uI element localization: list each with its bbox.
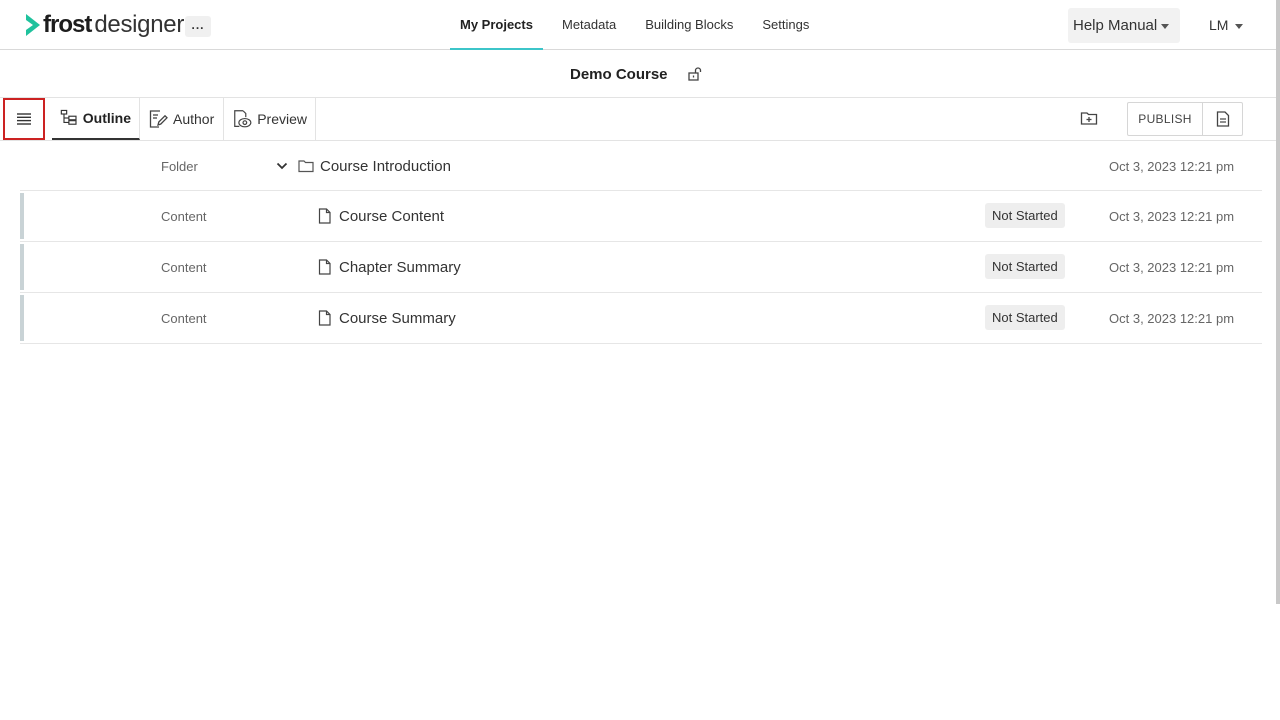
file-icon (318, 208, 331, 224)
row-type: Content (161, 260, 207, 275)
tab-outline[interactable]: Outline (52, 98, 140, 140)
user-menu-dropdown[interactable]: LM (1209, 8, 1244, 43)
status-badge: Not Started (985, 203, 1065, 228)
help-manual-label: Help Manual (1073, 17, 1158, 34)
nav-settings[interactable]: Settings (752, 0, 819, 50)
chevron-down-icon[interactable] (276, 160, 288, 172)
hamburger-icon (17, 113, 31, 125)
row-name[interactable]: Course Summary (339, 310, 456, 327)
help-manual-dropdown[interactable]: Help Manual (1068, 8, 1180, 43)
row-type: Content (161, 311, 207, 326)
more-options-button[interactable]: ... (185, 16, 211, 37)
tab-preview-label: Preview (257, 111, 307, 127)
outline-tree-icon (60, 109, 77, 125)
page-scrollbar[interactable] (1276, 0, 1280, 604)
preview-eye-icon (234, 110, 252, 128)
outline-row-content[interactable]: Content Course Content Not Started Oct 3… (20, 191, 1262, 242)
status-badge: Not Started (985, 254, 1065, 279)
caret-down-icon (1235, 23, 1244, 29)
folder-plus-icon[interactable] (1080, 110, 1098, 126)
tab-author-label: Author (173, 111, 215, 127)
course-title: Demo Course (570, 66, 668, 83)
tab-outline-label: Outline (82, 110, 131, 126)
outline-row-content[interactable]: Content Course Summary Not Started Oct 3… (20, 293, 1262, 344)
nav-my-projects[interactable]: My Projects (450, 0, 543, 50)
nav-metadata[interactable]: Metadata (552, 0, 626, 50)
row-name[interactable]: Chapter Summary (339, 259, 461, 276)
nav-building-blocks[interactable]: Building Blocks (635, 0, 743, 50)
outline-row-content[interactable]: Content Chapter Summary Not Started Oct … (20, 242, 1262, 293)
row-name[interactable]: Course Introduction (320, 158, 451, 175)
row-date: Oct 3, 2023 12:21 pm (1109, 159, 1235, 174)
tab-preview[interactable]: Preview (224, 98, 316, 140)
main-nav: My Projects Metadata Building Blocks Set… (450, 0, 828, 50)
top-navbar: frost designer ... My Projects Metadata … (0, 0, 1276, 50)
folder-icon (298, 160, 314, 173)
outline-row-folder[interactable]: Folder Course Introduction Oct 3, 2023 1… (20, 141, 1262, 191)
document-button[interactable] (1202, 102, 1243, 136)
publish-button[interactable]: PUBLISH (1127, 102, 1203, 136)
caret-down-icon (1161, 23, 1170, 29)
file-icon (318, 310, 331, 326)
outline-list: Folder Course Introduction Oct 3, 2023 1… (20, 141, 1262, 344)
row-date: Oct 3, 2023 12:21 pm (1109, 311, 1235, 326)
logo-text-sub: designer (94, 11, 185, 38)
row-date: Oct 3, 2023 12:21 pm (1109, 260, 1235, 275)
file-icon (318, 259, 331, 275)
logo-chevron-icon (26, 14, 40, 36)
tab-author[interactable]: Author (140, 98, 224, 140)
edit-document-icon (149, 110, 168, 128)
frost-designer-logo[interactable]: frost designer (24, 11, 184, 39)
document-icon (1216, 111, 1229, 127)
row-name[interactable]: Course Content (339, 208, 444, 225)
unlock-icon[interactable] (687, 66, 703, 82)
row-type: Content (161, 209, 207, 224)
sidebar-menu-button[interactable] (3, 98, 45, 140)
editor-toolbar: Outline Author Preview PUBLISH (0, 98, 1276, 141)
user-initials: LM (1209, 17, 1229, 33)
project-title-bar: Demo Course (0, 50, 1276, 98)
status-badge: Not Started (985, 305, 1065, 330)
logo-text-main: frost (43, 11, 92, 38)
row-date: Oct 3, 2023 12:21 pm (1109, 209, 1235, 224)
row-type: Folder (161, 159, 198, 174)
